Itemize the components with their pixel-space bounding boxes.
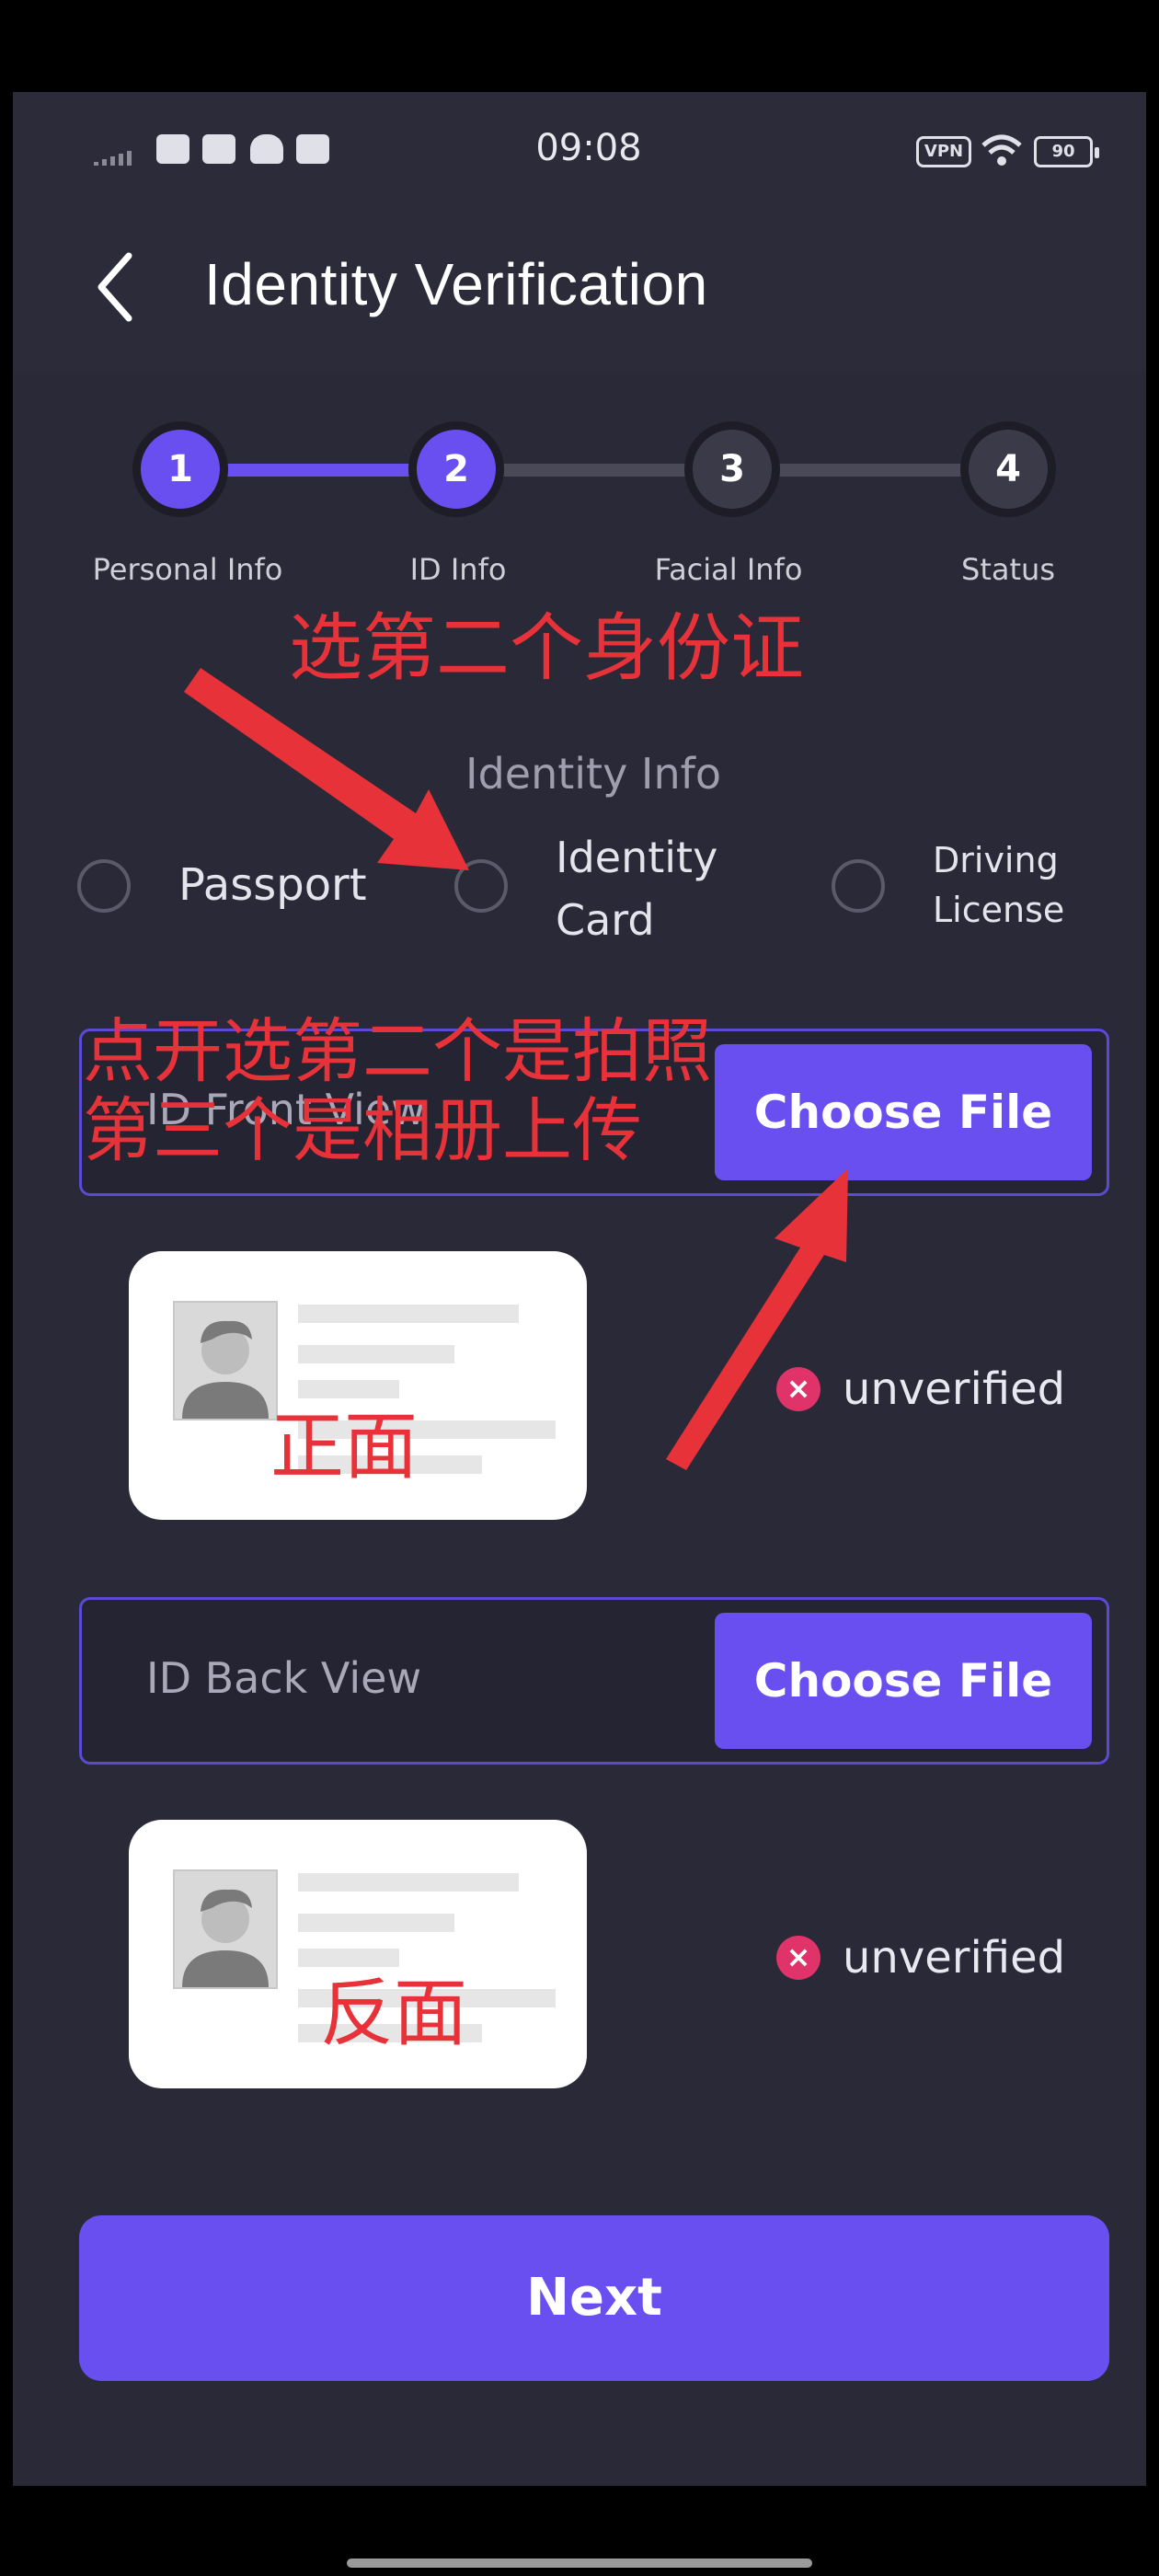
radio-label-driving-license[interactable]: Driving License [933,835,1064,935]
radio-label-identity-card[interactable]: Identity Card [556,826,717,951]
step-3: 3 [684,421,780,517]
error-icon: × [776,1367,820,1411]
annotation-front-side: 正面 [270,1404,418,1489]
avatar [173,1869,278,1989]
id-back-label: ID Back View [146,1653,422,1703]
message-icon [202,134,235,164]
choose-file-back-button[interactable]: Choose File [715,1613,1092,1749]
radio-label-passport[interactable]: Passport [178,859,367,911]
step-2: 2 [408,421,504,517]
next-button[interactable]: Next [79,2215,1109,2381]
signal-icon [94,151,132,166]
sim-icon [296,134,329,164]
front-status-badge: × unverified [776,1363,1065,1415]
radio-passport[interactable] [77,859,131,913]
error-icon: × [776,1936,820,1980]
choose-file-front-button[interactable]: Choose File [715,1044,1092,1180]
radio-driving-license[interactable] [832,859,885,913]
step-1: 1 [132,421,228,517]
battery-icon: 90 [1034,136,1099,167]
annotation-back-side: 反面 [320,1971,467,2056]
avatar [173,1301,278,1420]
step-label-facial-info: Facial Info [654,552,803,587]
step-4: 4 [960,421,1056,517]
notification-icon [250,134,283,164]
vpn-icon: VPN [916,136,971,167]
section-title: Identity Info [465,749,721,799]
step-label-id-info: ID Info [409,552,507,587]
wifi-icon [981,134,1022,166]
annotation-instructions: 点开选第二个是拍照 第三个是相册上传 [83,1010,712,1171]
step-label-personal-info: Personal Info [92,552,283,587]
home-indicator[interactable] [347,2559,812,2568]
annotation-select-card: 选第二个身份证 [289,605,804,691]
radio-identity-card[interactable] [454,859,508,913]
id-back-upload: ID Back View Choose File [79,1597,1109,1765]
step-label-status: Status [961,552,1055,587]
chevron-left-icon[interactable] [88,250,143,324]
page-title: Identity Verification [204,251,708,317]
back-status-badge: × unverified [776,1932,1065,1984]
mail-icon [156,134,189,164]
status-time: 09:08 [535,127,642,169]
